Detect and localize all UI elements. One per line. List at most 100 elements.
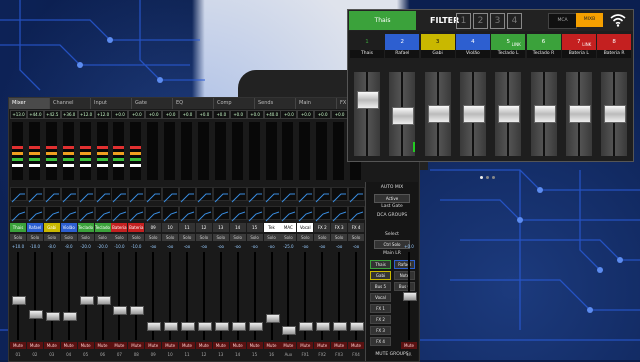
comp-curve-display[interactable] — [280, 206, 298, 222]
comp-curve-display[interactable] — [348, 206, 365, 222]
comp-curve-display[interactable] — [246, 206, 264, 222]
fader-knob[interactable] — [147, 322, 162, 331]
page-dot-2[interactable] — [486, 176, 489, 179]
channel-name[interactable]: Gabi — [43, 223, 60, 232]
tab-sends[interactable]: Sends — [255, 98, 296, 109]
channel-name[interactable]: 12 — [195, 223, 212, 232]
fader-knob[interactable] — [130, 306, 145, 315]
mute-button[interactable]: Mute — [246, 342, 263, 349]
comp-curve-display[interactable] — [162, 206, 180, 222]
gain-value[interactable]: +44.0 — [26, 110, 44, 119]
solo-button[interactable]: Solo — [77, 234, 94, 241]
page-dot-1[interactable] — [480, 176, 483, 179]
gain-value[interactable]: +0.0 — [246, 110, 264, 119]
mute-button[interactable]: Mute — [179, 342, 195, 349]
tab-gate[interactable]: Gate — [132, 98, 173, 109]
fader-knob[interactable] — [316, 322, 331, 331]
filter-box-3[interactable]: 3 — [490, 13, 505, 29]
solo-button[interactable]: Solo — [246, 234, 263, 241]
channel-number-header[interactable]: 1 — [350, 34, 384, 50]
channel-name[interactable]: Teclado L — [77, 223, 94, 239]
group-button[interactable]: FX 3 — [370, 326, 391, 335]
channel-name[interactable]: Bateria R — [128, 223, 145, 239]
fader-knob[interactable] — [164, 322, 179, 331]
gain-value[interactable]: +12.0 — [94, 110, 112, 119]
fader-knob[interactable] — [462, 105, 485, 123]
gate-curve-display[interactable] — [94, 187, 112, 203]
mute-button[interactable]: Mute — [145, 342, 162, 349]
channel-name[interactable]: Tek Mon — [263, 223, 280, 239]
fader-knob[interactable] — [214, 322, 229, 331]
mute-button[interactable]: Mute — [229, 342, 246, 349]
solo-button[interactable]: Solo — [26, 234, 43, 241]
mute-button[interactable]: Mute — [263, 342, 280, 349]
comp-curve-display[interactable] — [145, 206, 163, 222]
gain-value[interactable]: +13.0 — [10, 110, 27, 119]
solo-button[interactable]: Solo — [263, 234, 280, 241]
gain-value[interactable]: +0.0 — [179, 110, 196, 119]
gate-curve-display[interactable] — [77, 187, 95, 203]
fader-knob[interactable] — [79, 296, 94, 305]
fader-knob[interactable] — [197, 322, 212, 331]
group-button[interactable]: Bus 5 — [370, 282, 391, 291]
main-fader-knob[interactable] — [403, 292, 417, 301]
gate-curve-display[interactable] — [162, 187, 180, 203]
channel-name[interactable]: 14 — [229, 223, 246, 232]
gain-value[interactable]: +0.0 — [280, 110, 298, 119]
gate-curve-display[interactable] — [179, 187, 196, 203]
fader-knob[interactable] — [350, 322, 364, 331]
solo-button[interactable]: Solo — [280, 234, 297, 241]
gate-curve-display[interactable] — [195, 187, 213, 203]
group-button[interactable]: FX 1 — [370, 304, 391, 313]
solo-button[interactable]: Solo — [195, 234, 212, 241]
mute-button[interactable]: Mute — [331, 342, 348, 349]
tab-main[interactable]: Main — [296, 98, 337, 109]
channel-number-header[interactable]: 4 — [455, 34, 490, 50]
mute-button[interactable]: Mute — [195, 342, 212, 349]
comp-curve-display[interactable] — [10, 206, 27, 222]
gate-curve-display[interactable] — [246, 187, 264, 203]
group-button[interactable]: Vocal — [370, 293, 391, 302]
fader-knob[interactable] — [181, 322, 195, 331]
gain-value[interactable]: +0.0 — [111, 110, 129, 119]
solo-button[interactable]: Solo — [212, 234, 229, 241]
channel-name[interactable]: Bateria L — [111, 223, 128, 239]
comp-curve-display[interactable] — [212, 206, 230, 222]
comp-curve-display[interactable] — [43, 206, 61, 222]
gain-value[interactable]: +12.0 — [77, 110, 95, 119]
fader-knob[interactable] — [282, 326, 297, 335]
filter-box-1[interactable]: 1 — [456, 13, 471, 29]
gate-curve-display[interactable] — [229, 187, 247, 203]
gain-value[interactable]: +42.5 — [43, 110, 61, 119]
page-dot-3[interactable] — [492, 176, 495, 179]
fader-knob[interactable] — [333, 322, 348, 331]
mute-button[interactable]: Mute — [348, 342, 364, 349]
mute-button[interactable]: Mute — [212, 342, 229, 349]
group-button[interactable]: Gabi — [370, 271, 391, 280]
channel-number-header[interactable]: 3 — [420, 34, 455, 50]
fader-knob[interactable] — [357, 91, 379, 109]
gain-value[interactable]: +0.0 — [162, 110, 180, 119]
channel-name[interactable]: Teclado R — [94, 223, 111, 239]
channel-number-header[interactable]: 8 — [597, 34, 632, 50]
gain-value[interactable]: +0.0 — [145, 110, 163, 119]
tab-input[interactable]: Input — [91, 98, 132, 109]
channel-name[interactable]: Vocal — [297, 223, 314, 232]
mute-button[interactable]: Mute — [162, 342, 179, 349]
gate-curve-display[interactable] — [43, 187, 61, 203]
fader-knob[interactable] — [533, 105, 556, 123]
gain-value[interactable]: +0.0 — [128, 110, 146, 119]
gate-curve-display[interactable] — [10, 187, 27, 203]
mute-button[interactable]: Mute — [60, 342, 77, 349]
mute-button[interactable]: Mute — [128, 342, 145, 349]
gain-value[interactable]: +0.0 — [297, 110, 315, 119]
solo-button[interactable]: Solo — [94, 234, 111, 241]
fader-knob[interactable] — [12, 296, 26, 305]
gate-curve-display[interactable] — [145, 187, 163, 203]
fader-knob[interactable] — [96, 296, 111, 305]
solo-button[interactable]: Solo — [145, 234, 162, 241]
comp-curve-display[interactable] — [94, 206, 112, 222]
gain-value[interactable]: +0.0 — [212, 110, 230, 119]
solo-button[interactable]: Solo — [348, 234, 364, 241]
comp-curve-display[interactable] — [314, 206, 332, 222]
